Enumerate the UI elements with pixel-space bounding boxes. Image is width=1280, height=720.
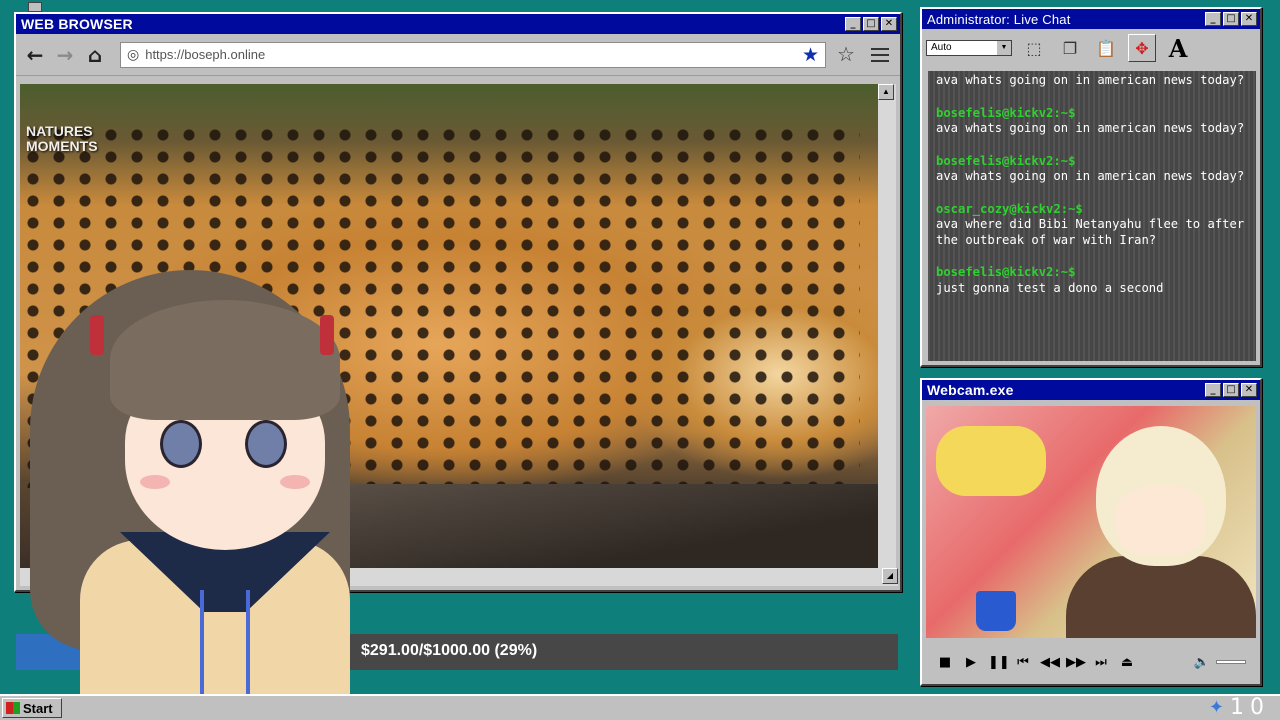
back-arrow-icon[interactable]: ← bbox=[22, 42, 48, 68]
minimize-button[interactable]: _ bbox=[845, 17, 861, 31]
url-text: https://boseph.online bbox=[145, 47, 266, 62]
star-outline-icon[interactable]: ☆ bbox=[830, 42, 862, 67]
windows-logo-icon bbox=[6, 702, 20, 714]
auto-select[interactable]: Auto ▼ bbox=[926, 40, 1012, 56]
browser-title: WEB BROWSER bbox=[21, 16, 133, 32]
log-image bbox=[320, 484, 880, 568]
chat-username[interactable]: bosefelis@kickv2:~$ bbox=[936, 265, 1248, 281]
minimize-button[interactable]: _ bbox=[1205, 383, 1221, 397]
webcam-title: Webcam.exe bbox=[927, 382, 1014, 398]
chevron-down-icon[interactable]: ▼ bbox=[997, 41, 1011, 55]
webcam-feed bbox=[926, 406, 1256, 638]
chat-toolbar: Auto ▼ ⬚ ❐ 📋 ✥ A bbox=[922, 29, 1260, 67]
forward-arrow-icon[interactable]: → bbox=[52, 42, 78, 68]
tray-clock: 10 bbox=[1230, 694, 1270, 720]
start-label: Start bbox=[23, 700, 53, 716]
chat-username[interactable]: oscar_cozy@kickv2:~$ bbox=[936, 202, 1248, 218]
volume-slider[interactable] bbox=[1216, 660, 1246, 664]
volume-control[interactable]: 🔈 bbox=[1194, 655, 1246, 670]
webcam-window: Webcam.exe _ □ ✕ ■ ▶ ❚❚ ⏮ ◀◀ ▶▶ ⏭ ⏏ 🔈 bbox=[920, 378, 1262, 686]
play-icon[interactable]: ▶ bbox=[962, 655, 980, 670]
maximize-button[interactable]: □ bbox=[1223, 12, 1239, 26]
chat-text: ava whats going on in american news toda… bbox=[936, 169, 1245, 183]
rewind-icon[interactable]: ◀◀ bbox=[1040, 655, 1060, 670]
select-value: Auto bbox=[931, 42, 952, 53]
donation-label: $291.00/$1000.00 (29%) bbox=[361, 642, 538, 659]
chat-message: bosefelis@kickv2:~$ just gonna test a don… bbox=[936, 265, 1248, 296]
chat-titlebar[interactable]: Administrator: Live Chat _ □ ✕ bbox=[922, 9, 1260, 29]
video-watermark: NATURES MOMENTS bbox=[26, 123, 98, 154]
system-tray: ✦ 10 bbox=[1209, 694, 1270, 720]
vertical-scrollbar[interactable]: ▲ bbox=[878, 84, 896, 568]
eject-icon[interactable]: ⏏ bbox=[1118, 655, 1136, 670]
select-tool-icon[interactable]: ⬚ bbox=[1020, 34, 1048, 62]
home-icon[interactable]: ⌂ bbox=[82, 42, 108, 68]
move-icon[interactable]: ✥ bbox=[1128, 34, 1156, 62]
pause-icon[interactable]: ❚❚ bbox=[988, 655, 1010, 670]
chat-username[interactable]: bosefelis@kickv2:~$ bbox=[936, 106, 1248, 122]
globe-icon: ◎ bbox=[127, 46, 140, 62]
chat-message: oscar_cozy@kickv2:~$ ava where did Bibi N… bbox=[936, 202, 1248, 249]
bookmark-star-icon[interactable]: ★ bbox=[802, 44, 819, 67]
network-icon[interactable]: ✦ bbox=[1209, 697, 1224, 718]
address-bar[interactable]: ◎ https://boseph.online ★ bbox=[120, 41, 826, 68]
copy-icon[interactable]: ❐ bbox=[1056, 34, 1084, 62]
close-button[interactable]: ✕ bbox=[1241, 12, 1257, 26]
chat-text: ava whats going on in american news toda… bbox=[936, 121, 1245, 135]
webcam-titlebar[interactable]: Webcam.exe _ □ ✕ bbox=[922, 380, 1260, 400]
scroll-up-button[interactable]: ▲ bbox=[878, 84, 894, 100]
chat-message: bosefelis@kickv2:~$ ava whats going on in… bbox=[936, 154, 1248, 185]
chat-message: bosefelis@kickv2:~$ ava whats going on in… bbox=[936, 106, 1248, 137]
volume-icon[interactable]: 🔈 bbox=[1194, 655, 1210, 670]
chat-message: ava whats going on in american news toda… bbox=[936, 73, 1248, 89]
chat-text: ava whats going on in american news toda… bbox=[936, 73, 1245, 87]
vtuber-avatar bbox=[30, 270, 350, 720]
hamburger-menu-icon[interactable] bbox=[866, 47, 894, 62]
chat-username[interactable]: bosefelis@kickv2:~$ bbox=[936, 154, 1248, 170]
browser-navbar: ← → ⌂ ◎ https://boseph.online ★ ☆ bbox=[16, 34, 900, 76]
skip-back-icon[interactable]: ⏮ bbox=[1014, 655, 1032, 670]
live-chat-window: Administrator: Live Chat _ □ ✕ Auto ▼ ⬚ … bbox=[920, 7, 1262, 367]
stop-icon[interactable]: ■ bbox=[936, 655, 954, 670]
chat-log[interactable]: ava whats going on in american news toda… bbox=[928, 71, 1256, 361]
close-button[interactable]: ✕ bbox=[1241, 383, 1257, 397]
fast-forward-icon[interactable]: ▶▶ bbox=[1066, 655, 1086, 670]
chat-text: just gonna test a dono a second bbox=[936, 280, 1164, 295]
font-icon[interactable]: A bbox=[1164, 34, 1192, 63]
paste-icon[interactable]: 📋 bbox=[1092, 34, 1120, 62]
chat-text: ava where did Bibi Netanyahu flee to aft… bbox=[936, 217, 1245, 247]
desktop-icon[interactable] bbox=[28, 2, 42, 12]
skip-forward-icon[interactable]: ⏭ bbox=[1092, 655, 1110, 670]
maximize-button[interactable]: □ bbox=[863, 17, 879, 31]
start-button[interactable]: Start bbox=[2, 698, 62, 718]
media-controls: ■ ▶ ❚❚ ⏮ ◀◀ ▶▶ ⏭ ⏏ 🔈 bbox=[926, 642, 1256, 682]
resize-grip[interactable]: ◢ bbox=[882, 568, 898, 584]
taskbar: Start ✦ 10 bbox=[0, 694, 1280, 720]
browser-titlebar[interactable]: WEB BROWSER _ □ ✕ bbox=[16, 14, 900, 34]
close-button[interactable]: ✕ bbox=[881, 17, 897, 31]
minimize-button[interactable]: _ bbox=[1205, 12, 1221, 26]
maximize-button[interactable]: □ bbox=[1223, 383, 1239, 397]
chat-title: Administrator: Live Chat bbox=[927, 11, 1071, 27]
